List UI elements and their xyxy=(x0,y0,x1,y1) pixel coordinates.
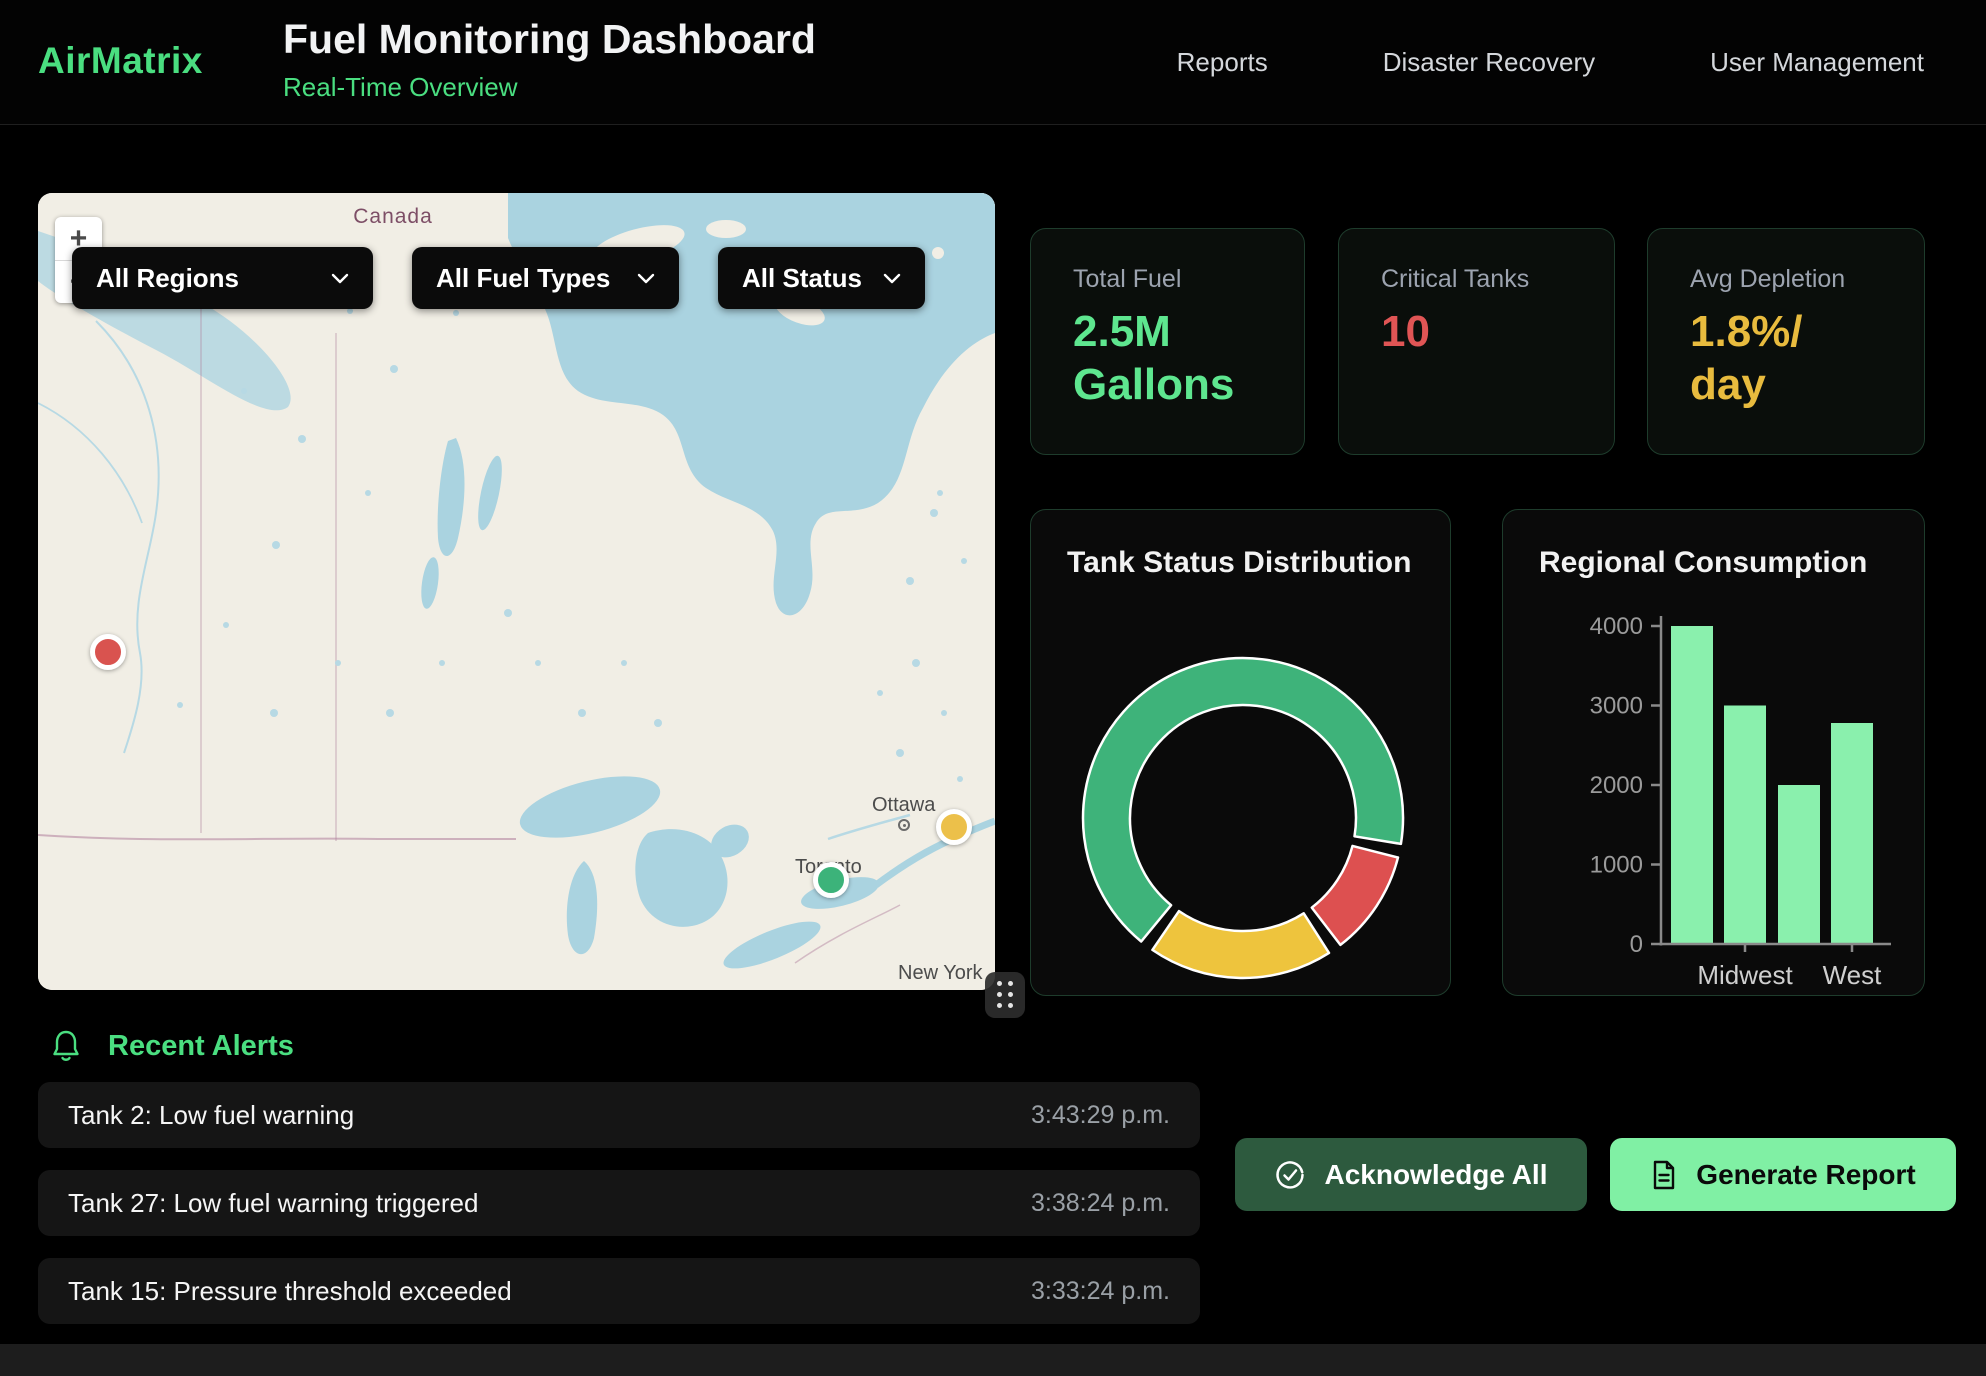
app-header: AirMatrix Fuel Monitoring Dashboard Real… xyxy=(0,0,1986,125)
chevron-down-icon xyxy=(331,273,349,284)
svg-text:0: 0 xyxy=(1630,931,1643,958)
status-filter-value: All Status xyxy=(742,263,862,294)
stat-card-total-fuel: Total Fuel 2.5M Gallons xyxy=(1030,228,1305,455)
page-title: Fuel Monitoring Dashboard xyxy=(283,16,816,63)
fuel-map[interactable]: Canada Ottawa Toronto New York + − All R… xyxy=(38,193,995,990)
stat-value: 2.5M Gallons xyxy=(1073,306,1262,412)
map-city-label-new-york: New York xyxy=(898,962,983,985)
main-nav: Reports Disaster Recovery User Managemen… xyxy=(1177,0,1924,125)
svg-text:1000: 1000 xyxy=(1590,852,1643,879)
map-city-label-ottawa: Ottawa xyxy=(872,794,935,817)
svg-text:4000: 4000 xyxy=(1590,613,1643,640)
alert-message: Tank 2: Low fuel warning xyxy=(68,1100,354,1131)
regional-consumption-bar-chart: 0 1000 2000 3000 4000 Midwest West xyxy=(1503,510,1926,997)
nav-item-user-management[interactable]: User Management xyxy=(1710,47,1924,78)
map-resize-handle[interactable] xyxy=(985,972,1025,1018)
nav-item-disaster-recovery[interactable]: Disaster Recovery xyxy=(1383,47,1595,78)
recent-alerts-header: Recent Alerts xyxy=(50,1028,294,1064)
stat-value: 10 xyxy=(1381,306,1572,359)
tank-marker-warning[interactable] xyxy=(936,809,972,845)
region-filter-select[interactable]: All Regions xyxy=(72,247,373,309)
regional-consumption-panel: Regional Consumption 01000200030004000Mi… xyxy=(1502,509,1925,996)
svg-text:3000: 3000 xyxy=(1590,693,1643,720)
alert-message: Tank 27: Low fuel warning triggered xyxy=(68,1188,478,1219)
alert-row: Tank 15: Pressure threshold exceeded 3:3… xyxy=(38,1258,1200,1324)
bottom-bar xyxy=(0,1344,1986,1376)
stat-card-avg-depletion: Avg Depletion 1.8%/ day xyxy=(1647,228,1925,455)
svg-text:Midwest: Midwest xyxy=(1697,960,1793,990)
stat-card-critical-tanks: Critical Tanks 10 xyxy=(1338,228,1615,455)
svg-text:West: West xyxy=(1823,960,1883,990)
stat-label: Avg Depletion xyxy=(1690,265,1882,294)
map-country-label: Canada xyxy=(308,205,478,229)
chevron-down-icon xyxy=(883,273,901,284)
tank-status-donut-chart xyxy=(1031,510,1452,995)
stat-label: Critical Tanks xyxy=(1381,265,1572,294)
page-subtitle: Real-Time Overview xyxy=(283,72,518,103)
tank-status-distribution-panel: Tank Status Distribution xyxy=(1030,509,1451,996)
alert-message: Tank 15: Pressure threshold exceeded xyxy=(68,1276,512,1307)
tank-marker-critical[interactable] xyxy=(90,634,126,670)
check-circle-icon xyxy=(1274,1159,1306,1191)
acknowledge-all-label: Acknowledge All xyxy=(1324,1159,1547,1191)
recent-alerts-title: Recent Alerts xyxy=(108,1030,294,1063)
chevron-down-icon xyxy=(637,273,655,284)
brand-logo: AirMatrix xyxy=(38,40,203,82)
generate-report-label: Generate Report xyxy=(1696,1159,1915,1191)
fuel-type-filter-value: All Fuel Types xyxy=(436,263,610,294)
bell-icon xyxy=(50,1028,82,1064)
generate-report-button[interactable]: Generate Report xyxy=(1610,1138,1956,1211)
alert-row: Tank 2: Low fuel warning 3:43:29 p.m. xyxy=(38,1082,1200,1148)
alert-timestamp: 3:43:29 p.m. xyxy=(1031,1101,1170,1130)
svg-text:2000: 2000 xyxy=(1590,772,1643,799)
tank-marker-normal[interactable] xyxy=(813,862,849,898)
alert-timestamp: 3:38:24 p.m. xyxy=(1031,1189,1170,1218)
acknowledge-all-button[interactable]: Acknowledge All xyxy=(1235,1138,1587,1211)
document-icon xyxy=(1650,1159,1678,1191)
stat-label: Total Fuel xyxy=(1073,265,1262,294)
region-filter-value: All Regions xyxy=(96,263,239,294)
map-filters: All Regions All Fuel Types All Status xyxy=(72,247,925,309)
ottawa-city-dot-icon xyxy=(898,819,910,831)
alert-row: Tank 27: Low fuel warning triggered 3:38… xyxy=(38,1170,1200,1236)
stat-value: 1.8%/ day xyxy=(1690,306,1882,412)
status-filter-select[interactable]: All Status xyxy=(718,247,925,309)
nav-item-reports[interactable]: Reports xyxy=(1177,47,1268,78)
fuel-type-filter-select[interactable]: All Fuel Types xyxy=(412,247,679,309)
alert-timestamp: 3:33:24 p.m. xyxy=(1031,1277,1170,1306)
